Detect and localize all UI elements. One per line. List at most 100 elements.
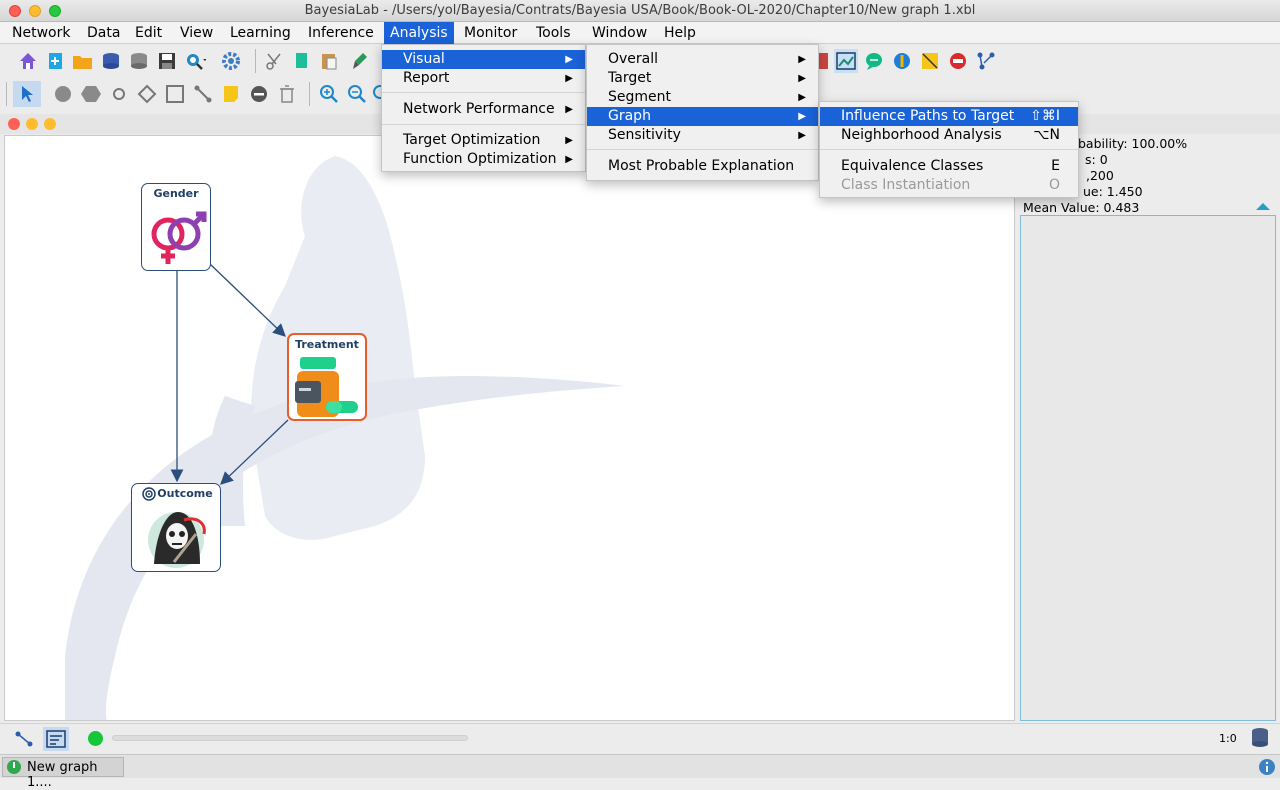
status-indicator — [88, 731, 103, 746]
menu-edit[interactable]: Edit — [129, 22, 168, 44]
database-gray-icon[interactable] — [128, 50, 150, 72]
menu-analysis[interactable]: Analysis — [384, 22, 454, 44]
submenu-arrow-icon: ▶ — [798, 111, 806, 122]
node-treatment[interactable]: Treatment — [287, 333, 367, 421]
menu-item-target-label: Target — [608, 70, 652, 86]
copy-icon[interactable] — [290, 50, 312, 72]
total-value-text: ue: 1.450 — [1083, 184, 1143, 199]
gear-icon[interactable] — [220, 50, 242, 72]
window-titlebar: BayesiaLab - /Users/yol/Bayesia/Contrats… — [0, 0, 1280, 22]
selection-arrow-icon[interactable] — [13, 81, 41, 107]
node-gender[interactable]: Gender — [141, 183, 211, 271]
graph-mode-icon[interactable] — [14, 729, 34, 749]
node-outcome[interactable]: Outcome — [131, 483, 221, 572]
chat-icon[interactable] — [863, 50, 885, 72]
menu-item-graph[interactable]: Graph ▶ — [587, 107, 818, 126]
menu-window[interactable]: Window — [586, 22, 653, 44]
zoom-in-icon[interactable] — [318, 83, 340, 105]
menu-item-overall[interactable]: Overall ▶ — [587, 50, 818, 69]
square-node-icon[interactable] — [164, 83, 186, 105]
submenu-arrow-icon: ▶ — [565, 54, 573, 65]
graph-canvas[interactable]: Gender Treatment Outcome — [4, 135, 1015, 721]
home-icon[interactable] — [17, 50, 39, 72]
paste-icon[interactable] — [318, 50, 340, 72]
graph-branch-icon[interactable] — [975, 50, 997, 72]
submenu-arrow-icon: ▶ — [798, 130, 806, 141]
shortcut-label: O — [1048, 177, 1060, 193]
arc-tool-icon[interactable] — [192, 83, 214, 105]
menu-item-network-performance-label: Network Performance — [403, 101, 555, 117]
menu-item-target-optimization[interactable]: Target Optimization ▶ — [382, 131, 585, 150]
note-yellow-icon[interactable] — [919, 50, 941, 72]
chart-icon[interactable] — [834, 49, 858, 73]
collapse-up-icon[interactable] — [1255, 201, 1271, 211]
zoom-out-icon[interactable] — [346, 83, 368, 105]
minimize-window-button[interactable] — [29, 5, 41, 17]
menu-item-visual[interactable]: Visual ▶ — [382, 50, 585, 69]
menu-item-function-optimization-label: Function Optimization — [403, 151, 557, 167]
stop-icon[interactable] — [947, 50, 969, 72]
submenu-arrow-icon: ▶ — [798, 92, 806, 103]
info-icon[interactable] — [1258, 758, 1276, 776]
minimize-graph-button[interactable] — [26, 118, 38, 130]
submenu-arrow-icon: ▶ — [565, 73, 573, 84]
menu-item-segment-label: Segment — [608, 89, 671, 105]
menu-help[interactable]: Help — [658, 22, 702, 44]
menu-item-most-probable-explanation[interactable]: Most Probable Explanation — [587, 157, 818, 176]
menu-item-class-instantiation-label: Class Instantiation — [841, 177, 971, 193]
menu-inference[interactable]: Inference — [302, 22, 380, 44]
zoom-search-icon[interactable] — [184, 50, 206, 72]
zoom-window-button[interactable] — [49, 5, 61, 17]
submenu-arrow-icon: ▶ — [565, 135, 573, 146]
menu-item-sensitivity-label: Sensitivity — [608, 127, 681, 143]
menu-item-influence-paths[interactable]: Influence Paths to Target ⇧⌘I — [820, 107, 1078, 126]
save-icon[interactable] — [156, 50, 178, 72]
menu-separator — [587, 149, 818, 150]
arc-treatment-outcome[interactable] — [220, 419, 289, 485]
small-node-icon[interactable] — [108, 83, 130, 105]
diamond-node-icon[interactable] — [136, 83, 158, 105]
database-icon[interactable] — [100, 50, 122, 72]
mean-value-text: Mean Value: 0.483 — [1023, 200, 1140, 215]
menu-item-function-optimization[interactable]: Function Optimization ▶ — [382, 150, 585, 169]
menu-learning[interactable]: Learning — [224, 22, 297, 44]
monitoring-mode-icon[interactable] — [43, 727, 69, 751]
window-tab[interactable]: New graph 1.... — [2, 757, 124, 790]
menu-item-report-label: Report — [403, 70, 450, 86]
brush-icon[interactable] — [348, 50, 370, 72]
open-folder-icon[interactable] — [72, 50, 94, 72]
menu-item-neighborhood-analysis[interactable]: Neighborhood Analysis ⌥N — [820, 126, 1078, 145]
node-outcome-label: Outcome — [157, 487, 213, 500]
info-globe-icon[interactable] — [891, 50, 913, 72]
menu-item-segment[interactable]: Segment ▶ — [587, 88, 818, 107]
log-loss-text: s: 0 — [1085, 152, 1108, 167]
note-icon[interactable] — [220, 83, 242, 105]
menu-data[interactable]: Data — [81, 22, 126, 44]
menu-separator — [382, 124, 585, 125]
new-network-icon[interactable] — [44, 50, 66, 72]
menu-item-network-performance[interactable]: Network Performance ▶ — [382, 100, 585, 119]
scissors-icon[interactable] — [263, 50, 285, 72]
hexagon-node-icon[interactable] — [80, 83, 102, 105]
menu-network[interactable]: Network — [6, 22, 76, 44]
close-window-button[interactable] — [9, 5, 21, 17]
menu-item-equivalence-classes[interactable]: Equivalence Classes E — [820, 157, 1078, 176]
minus-icon[interactable] — [248, 83, 270, 105]
arc-gender-treatment[interactable] — [209, 263, 286, 337]
maximize-graph-button[interactable] — [44, 118, 56, 130]
menu-monitor[interactable]: Monitor — [458, 22, 523, 44]
menu-item-report[interactable]: Report ▶ — [382, 69, 585, 88]
database-status-icon[interactable] — [1250, 727, 1270, 749]
circle-node-icon[interactable] — [52, 83, 74, 105]
menu-item-sensitivity[interactable]: Sensitivity ▶ — [587, 126, 818, 145]
window-taskbar: New graph 1.... — [0, 754, 1280, 790]
monitor-area[interactable] — [1020, 215, 1276, 721]
menu-item-target[interactable]: Target ▶ — [587, 69, 818, 88]
analysis-menu: Visual ▶ Report ▶ Network Performance ▶ Tar… — [381, 44, 586, 172]
progress-bar — [112, 735, 468, 741]
submenu-arrow-icon: ▶ — [798, 54, 806, 65]
menu-tools[interactable]: Tools — [530, 22, 577, 44]
trash-icon[interactable] — [276, 83, 298, 105]
menu-view[interactable]: View — [174, 22, 219, 44]
close-graph-button[interactable] — [8, 118, 20, 130]
